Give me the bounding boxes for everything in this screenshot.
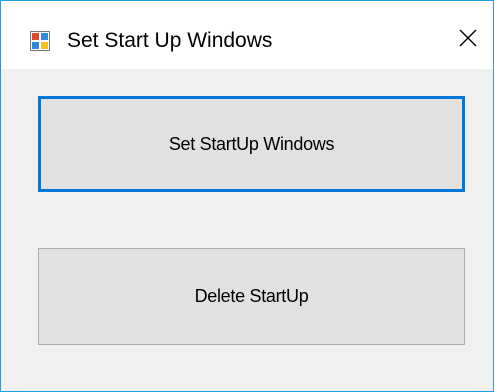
window-title: Set Start Up Windows (67, 29, 273, 52)
delete-startup-button-label: Delete StartUp (194, 286, 309, 306)
delete-startup-button[interactable]: Delete StartUp (38, 248, 465, 345)
app-window: Set Start Up Windows Set StartUp Windows… (0, 0, 494, 392)
set-startup-button[interactable]: Set StartUp Windows (38, 96, 465, 192)
close-icon (458, 28, 478, 48)
windows-form-icon (30, 31, 50, 51)
title-bar[interactable]: Set Start Up Windows (1, 1, 493, 69)
set-startup-button-label: Set StartUp Windows (168, 133, 335, 154)
close-button[interactable] (443, 15, 493, 61)
